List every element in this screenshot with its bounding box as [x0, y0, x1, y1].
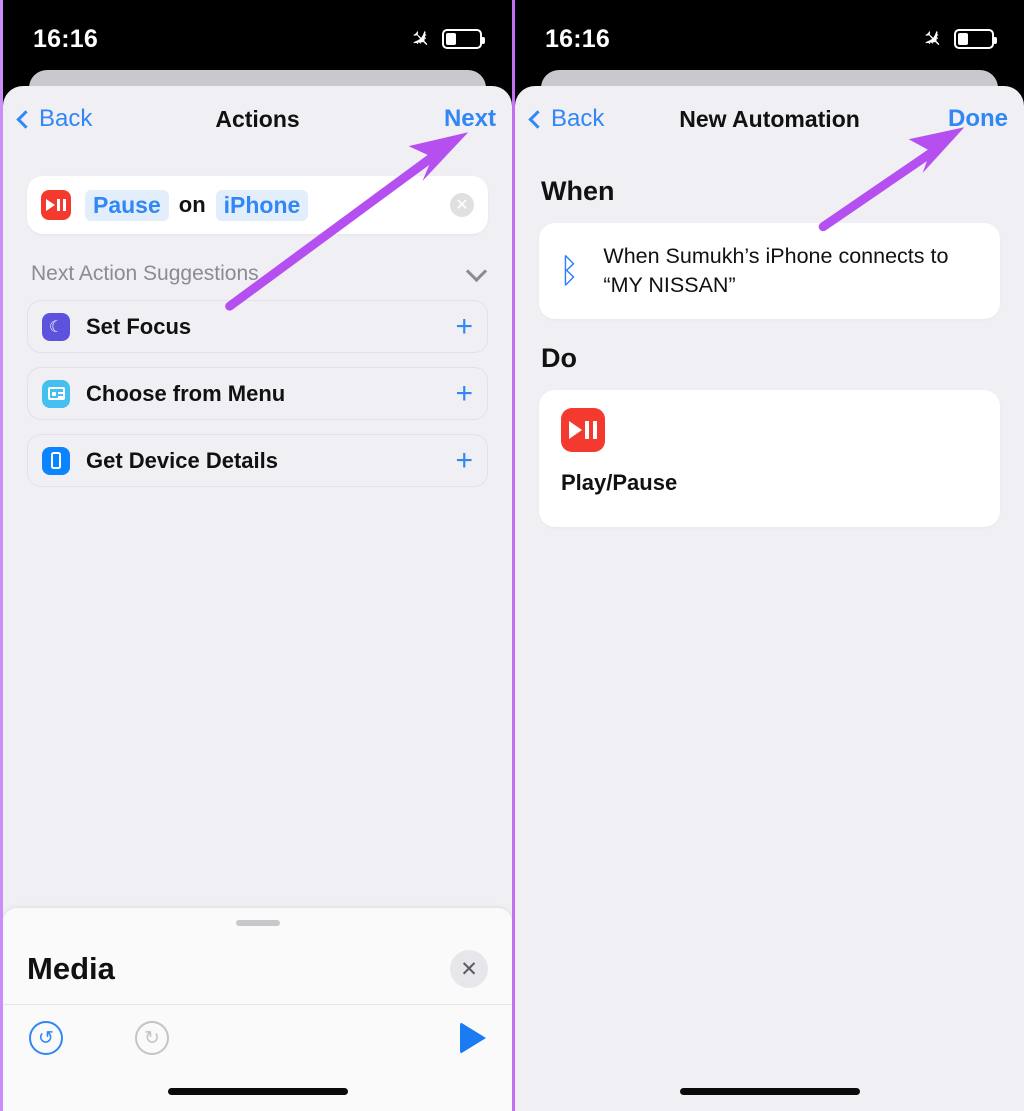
battery-fill: [446, 33, 457, 45]
trigger-description: When Sumukh’s iPhone connects to “MY NIS…: [603, 243, 949, 297]
moon-icon: ☾: [42, 312, 70, 341]
play-triangle: [46, 199, 56, 211]
action-row-pause[interactable]: Pause on iPhone ✕: [27, 176, 488, 234]
status-bar-right: 16:16 ✈: [515, 0, 1024, 78]
action-verb-token[interactable]: Pause: [85, 189, 169, 221]
airplane-mode-icon: ✈: [404, 22, 437, 55]
back-button-label: Back: [551, 105, 605, 132]
pause-bars: [585, 421, 597, 439]
clear-circle-icon[interactable]: ✕: [450, 193, 474, 217]
undo-icon[interactable]: ↺: [29, 1021, 63, 1055]
status-time: 16:16: [545, 24, 610, 53]
new-automation-sheet: Back New Automation Done When ᛒ When Sum…: [515, 86, 1024, 1111]
drawer-header: Media ✕: [3, 926, 512, 998]
next-button[interactable]: Next: [444, 105, 496, 133]
suggestions-header: Next Action Suggestions: [27, 260, 488, 286]
list-item-label: Set Focus: [86, 313, 192, 339]
battery-fill: [958, 33, 969, 45]
list-item[interactable]: Get Device Details +: [27, 434, 488, 487]
menu-card-icon: [42, 379, 70, 408]
list-item[interactable]: ☾ Set Focus +: [27, 300, 488, 353]
status-indicators: ✈: [917, 23, 997, 55]
media-drawer: Media ✕ ↺ ↻: [3, 908, 512, 1111]
status-time: 16:16: [33, 24, 98, 53]
plus-icon[interactable]: +: [455, 445, 473, 476]
section-heading-do: Do: [541, 343, 577, 373]
done-button[interactable]: Done: [948, 105, 1008, 133]
bluetooth-icon: ᛒ: [559, 252, 580, 290]
actions-sheet: Back Actions Next Pause on iPhone ✕ Next…: [3, 86, 512, 1111]
dual-screenshot-stage: 16:16 ✈ Back Actions Next Pause on iPhon…: [0, 0, 1024, 1111]
action-connector: on: [178, 192, 206, 217]
pause-bars: [57, 199, 66, 211]
phone-icon: [42, 446, 70, 475]
play-pause-icon: [561, 408, 605, 452]
back-button-label: Back: [39, 105, 93, 132]
battery-icon: [954, 29, 997, 49]
chevron-down-icon[interactable]: [465, 260, 488, 282]
chevron-left-icon: [16, 109, 35, 129]
action-text: Pause on iPhone: [85, 189, 309, 221]
status-indicators: ✈: [405, 23, 485, 55]
drawer-title: Media: [27, 951, 115, 986]
airplane-mode-icon: ✈: [916, 22, 949, 55]
home-indicator-left: [167, 1088, 348, 1095]
close-icon[interactable]: ✕: [450, 950, 488, 988]
status-bar-left: 16:16 ✈: [3, 0, 512, 78]
nav-bar-automation: Back New Automation Done: [515, 86, 1024, 152]
list-item[interactable]: Choose from Menu +: [27, 367, 488, 420]
battery-icon: [442, 29, 485, 49]
chevron-left-icon: [528, 109, 547, 129]
redo-icon: ↻: [135, 1021, 169, 1055]
right-phone-screen: 16:16 ✈ Back New Automation Done When ᛒ …: [512, 0, 1024, 1111]
home-indicator-right: [679, 1088, 860, 1095]
do-action-card[interactable]: Play/Pause: [539, 390, 1000, 527]
play-triangle: [569, 421, 583, 439]
suggestions-title: Next Action Suggestions: [31, 262, 259, 285]
plus-icon[interactable]: +: [455, 378, 473, 409]
editor-toolbar: ↺ ↻: [3, 1005, 512, 1071]
trigger-card[interactable]: ᛒ When Sumukh’s iPhone connects to “MY N…: [539, 223, 1000, 319]
action-target-token[interactable]: iPhone: [215, 189, 309, 221]
back-button-left[interactable]: Back: [16, 105, 93, 133]
play-pause-icon: [41, 190, 71, 220]
do-action-label: Play/Pause: [561, 470, 678, 495]
left-phone-screen: 16:16 ✈ Back Actions Next Pause on iPhon…: [0, 0, 512, 1111]
back-button-right[interactable]: Back: [528, 105, 605, 133]
play-icon[interactable]: [460, 1022, 486, 1054]
actions-content: Pause on iPhone ✕ Next Action Suggestion…: [3, 176, 512, 487]
nav-bar-actions: Back Actions Next: [3, 86, 512, 152]
list-item-label: Choose from Menu: [86, 380, 286, 406]
section-heading-when: When: [541, 176, 615, 206]
list-item-label: Get Device Details: [86, 447, 278, 473]
plus-icon[interactable]: +: [455, 311, 473, 342]
automation-content: When ᛒ When Sumukh’s iPhone connects to …: [515, 176, 1024, 527]
